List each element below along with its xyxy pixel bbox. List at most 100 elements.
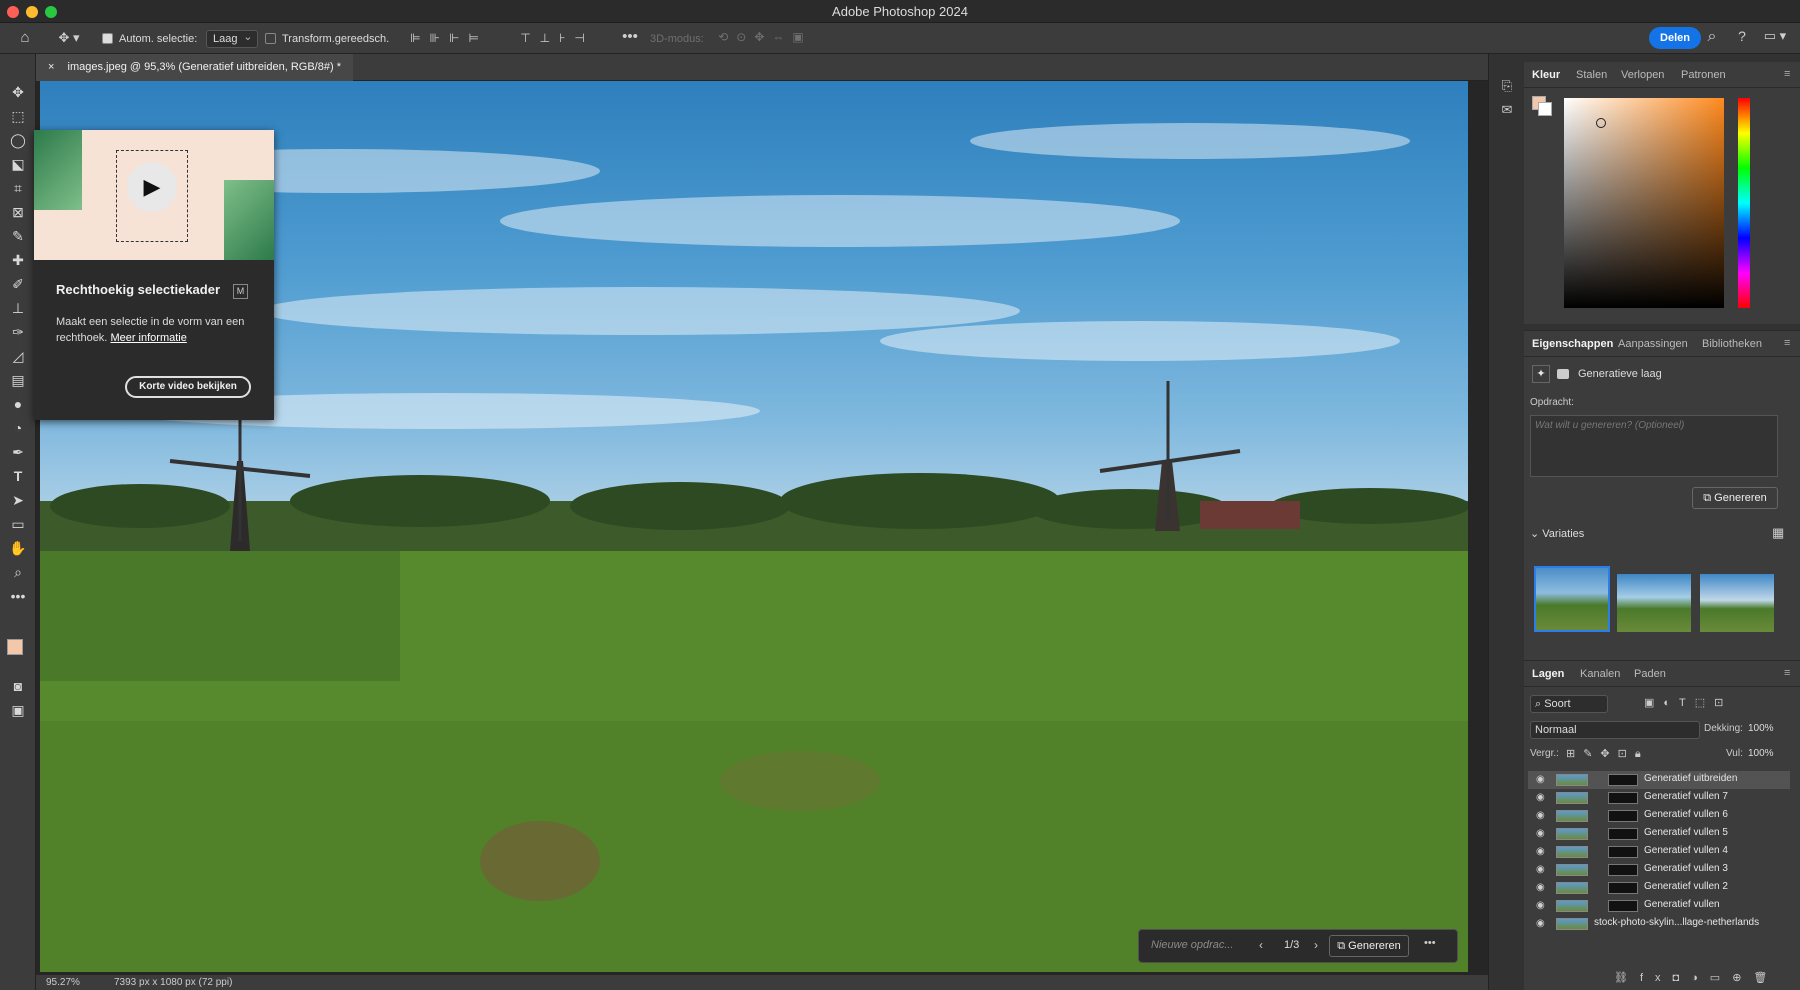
previous-variation-icon[interactable]: ‹	[1259, 938, 1263, 952]
auto-select-checkbox[interactable]	[102, 33, 113, 44]
tab-verlopen[interactable]: Verlopen	[1621, 62, 1664, 88]
dodge-tool-icon[interactable]: ◔	[8, 418, 28, 438]
tab-eigenschappen[interactable]: Eigenschappen	[1532, 331, 1613, 357]
search-icon[interactable]: ⌕	[1702, 28, 1722, 46]
tab-kleur[interactable]: Kleur	[1532, 62, 1560, 88]
layer-row[interactable]: ◉ Generatief vullen 2	[1528, 879, 1790, 897]
more-options-icon[interactable]: •••	[1424, 937, 1436, 949]
color-picker-handle[interactable]	[1596, 118, 1606, 128]
hue-slider[interactable]	[1738, 98, 1750, 308]
align-icons[interactable]: ⊫⊪⊩⊨	[404, 31, 494, 45]
blend-mode-dropdown[interactable]: Normaal	[1530, 721, 1700, 739]
edit-toolbar-icon[interactable]: •••	[8, 586, 28, 606]
generate-button[interactable]: ⧉ Genereren	[1329, 935, 1409, 957]
prompt-textarea[interactable]: Wat wilt u genereren? (Optioneel)	[1530, 415, 1778, 477]
screen-mode-icon[interactable]: ▣	[8, 700, 28, 720]
history-icon[interactable]: ⎘	[1499, 78, 1515, 94]
variation-thumbnail-3[interactable]	[1700, 574, 1774, 632]
visibility-eye-icon[interactable]: ◉	[1536, 900, 1548, 911]
distribute-icons[interactable]: ⊤⊥⊦⊣	[512, 31, 602, 45]
auto-select-dropdown[interactable]: Laag	[206, 29, 259, 48]
rectangular-marquee-tool-icon[interactable]: ⬚	[8, 106, 28, 126]
tab-stalen[interactable]: Stalen	[1576, 62, 1607, 88]
history-brush-tool-icon[interactable]: ✑	[8, 322, 28, 342]
learn-more-link[interactable]: Meer informatie	[110, 332, 186, 344]
panel-menu-icon[interactable]: ≡	[1784, 338, 1794, 349]
layer-row[interactable]: ◉ Generatief uitbreiden	[1528, 771, 1790, 789]
tab-lagen[interactable]: Lagen	[1532, 661, 1564, 687]
layer-row[interactable]: ◉ Generatief vullen 5	[1528, 825, 1790, 843]
background-swatch[interactable]	[1538, 102, 1552, 116]
zoom-level[interactable]: 95.27%	[46, 975, 80, 990]
document-tab[interactable]: × images.jpeg @ 95,3% (Generatief uitbre…	[36, 54, 353, 81]
watch-video-button[interactable]: Korte video bekijken	[125, 376, 251, 398]
home-icon[interactable]: ⌂	[16, 29, 34, 46]
layer-row[interactable]: ◉ Generatief vullen	[1528, 897, 1790, 915]
pen-tool-icon[interactable]: ✒	[8, 442, 28, 462]
grid-view-icon[interactable]: ▦	[1772, 525, 1784, 541]
crop-tool-icon[interactable]: ⌗	[8, 178, 28, 198]
visibility-eye-icon[interactable]: ◉	[1536, 774, 1548, 785]
lasso-tool-icon[interactable]: ◯	[8, 130, 28, 150]
rectangle-tool-icon[interactable]: ▭	[8, 514, 28, 534]
visibility-eye-icon[interactable]: ◉	[1536, 810, 1548, 821]
more-options-icon[interactable]: •••	[620, 28, 640, 45]
zoom-tool-icon[interactable]: ⌕	[8, 562, 28, 582]
fill-value[interactable]: 100%	[1748, 748, 1774, 759]
brush-tool-icon[interactable]: ✐	[8, 274, 28, 294]
close-window-button[interactable]	[7, 6, 19, 18]
eraser-tool-icon[interactable]: ◿	[8, 346, 28, 366]
layer-row[interactable]: ◉ Generatief vullen 4	[1528, 843, 1790, 861]
visibility-eye-icon[interactable]: ◉	[1536, 882, 1548, 893]
foreground-color-swatch[interactable]	[7, 639, 23, 655]
opacity-value[interactable]: 100%	[1748, 723, 1774, 734]
close-tab-icon[interactable]: ×	[48, 61, 54, 73]
help-icon[interactable]: ?	[1732, 28, 1752, 44]
lock-icons[interactable]: ⊞✎✥⊡🔒︎	[1566, 747, 1649, 761]
type-tool-icon[interactable]: T	[8, 466, 28, 486]
play-icon[interactable]: ▶	[127, 162, 177, 212]
next-variation-icon[interactable]: ›	[1314, 938, 1318, 952]
visibility-eye-icon[interactable]: ◉	[1536, 918, 1548, 929]
visibility-eye-icon[interactable]: ◉	[1536, 792, 1548, 803]
visibility-eye-icon[interactable]: ◉	[1536, 828, 1548, 839]
quick-mask-icon[interactable]: ◙	[8, 676, 28, 696]
layer-row[interactable]: ◉ Generatief vullen 7	[1528, 789, 1790, 807]
panel-menu-icon[interactable]: ≡	[1784, 69, 1794, 80]
tab-kanalen[interactable]: Kanalen	[1580, 661, 1620, 687]
tab-paden[interactable]: Paden	[1634, 661, 1666, 687]
object-selection-tool-icon[interactable]: ⬕	[8, 154, 28, 174]
visibility-eye-icon[interactable]: ◉	[1536, 846, 1548, 857]
color-field[interactable]	[1564, 98, 1724, 308]
layer-row[interactable]: ◉ Generatief vullen 6	[1528, 807, 1790, 825]
layer-row[interactable]: ◉ Generatief vullen 3	[1528, 861, 1790, 879]
layer-filter-dropdown[interactable]: ⌕ Soort	[1530, 695, 1608, 713]
tab-bibliotheken[interactable]: Bibliotheken	[1702, 331, 1762, 357]
layer-actions-icons[interactable]: ⛓fx◘◑▭⊕🗑︎	[1614, 971, 1779, 984]
transform-controls-checkbox[interactable]	[265, 33, 276, 44]
variation-thumbnail-2[interactable]	[1617, 574, 1691, 632]
move-tool-icon[interactable]: ✥	[8, 82, 28, 102]
tab-patronen[interactable]: Patronen	[1681, 62, 1726, 88]
hand-tool-icon[interactable]: ✋	[8, 538, 28, 558]
eyedropper-tool-icon[interactable]: ✎	[8, 226, 28, 246]
blur-tool-icon[interactable]: ●	[8, 394, 28, 414]
healing-brush-tool-icon[interactable]: ✚	[8, 250, 28, 270]
share-button[interactable]: Delen	[1649, 27, 1701, 49]
minimize-window-button[interactable]	[26, 6, 38, 18]
frame-tool-icon[interactable]: ⊠	[8, 202, 28, 222]
comment-icon[interactable]: ✉	[1499, 102, 1515, 118]
maximize-window-button[interactable]	[45, 6, 57, 18]
panel-menu-icon[interactable]: ≡	[1784, 668, 1794, 679]
path-selection-tool-icon[interactable]: ➤	[8, 490, 28, 510]
workspace-icon[interactable]: ▭ ▾	[1760, 28, 1790, 44]
properties-generate-button[interactable]: ⧉ Genereren	[1692, 487, 1778, 509]
variation-thumbnail-1[interactable]	[1534, 566, 1610, 632]
clone-stamp-tool-icon[interactable]: ⊥	[8, 298, 28, 318]
gradient-tool-icon[interactable]: ▤	[8, 370, 28, 390]
layer-row[interactable]: ◉ stock-photo-skylin...llage-netherlands	[1528, 915, 1790, 933]
tab-aanpassingen[interactable]: Aanpassingen	[1618, 331, 1688, 357]
new-prompt-input[interactable]: Nieuwe opdrac...	[1151, 939, 1234, 951]
move-tool-preset-icon[interactable]: ✥ ▾	[56, 30, 82, 46]
variations-header[interactable]: ⌄ Variaties	[1530, 527, 1584, 540]
